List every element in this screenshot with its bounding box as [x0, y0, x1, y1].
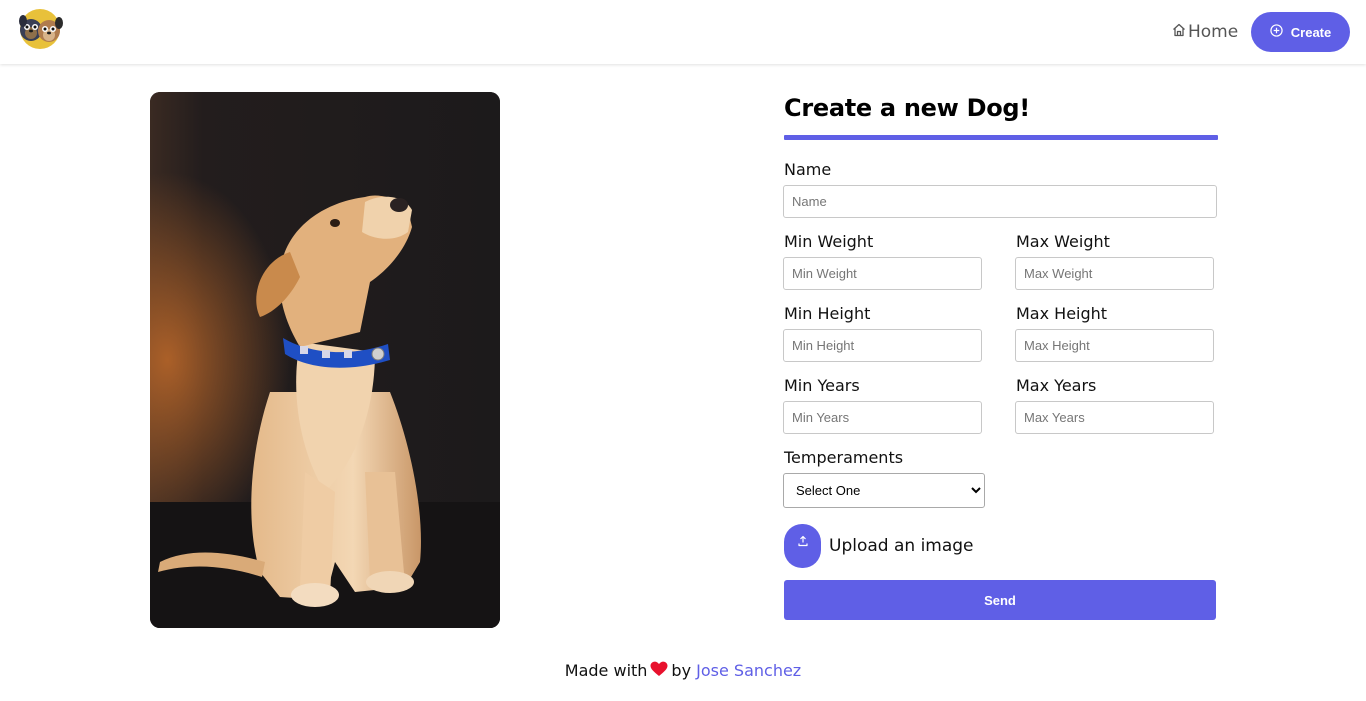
min-years-input[interactable] — [783, 401, 982, 434]
home-link[interactable]: Home — [1171, 20, 1238, 44]
temperaments-label: Temperaments — [784, 448, 904, 467]
name-label: Name — [784, 160, 832, 179]
max-years-label: Max Years — [1016, 376, 1097, 395]
max-height-label: Max Height — [1016, 304, 1108, 323]
max-height-input[interactable] — [1015, 329, 1214, 362]
upload-image-label: Upload an image — [829, 536, 974, 556]
puppy-photo — [150, 92, 500, 628]
max-years-input[interactable] — [1015, 401, 1214, 434]
footer-by: by — [671, 661, 692, 680]
max-weight-input[interactable] — [1015, 257, 1214, 290]
create-label: Create — [1290, 24, 1332, 40]
upload-image-button[interactable] — [784, 524, 821, 568]
upload-icon — [797, 535, 809, 550]
max-weight-label: Max Weight — [1016, 232, 1110, 251]
plus-circle-icon — [1270, 24, 1283, 40]
home-label: Home — [1188, 22, 1239, 42]
temperaments-select[interactable]: Select One — [783, 473, 985, 508]
min-height-input[interactable] — [783, 329, 982, 362]
name-input[interactable] — [783, 185, 1217, 218]
min-height-label: Min Height — [784, 304, 871, 323]
send-button[interactable]: Send — [784, 580, 1216, 620]
create-button[interactable]: Create — [1251, 12, 1350, 52]
footer: Made with by Jose Sanchez — [0, 661, 1366, 680]
logo-icon[interactable] — [15, 8, 65, 50]
home-icon — [1171, 22, 1187, 43]
form-title: Create a new Dog! — [784, 94, 1030, 122]
top-navbar: Home Create — [0, 0, 1366, 64]
footer-made-with: Made with — [564, 661, 648, 680]
min-weight-input[interactable] — [783, 257, 982, 290]
min-years-label: Min Years — [784, 376, 860, 395]
heart-icon — [650, 661, 668, 677]
title-underline — [784, 135, 1218, 140]
author-link[interactable]: Jose Sanchez — [696, 661, 801, 680]
min-weight-label: Min Weight — [784, 232, 874, 251]
